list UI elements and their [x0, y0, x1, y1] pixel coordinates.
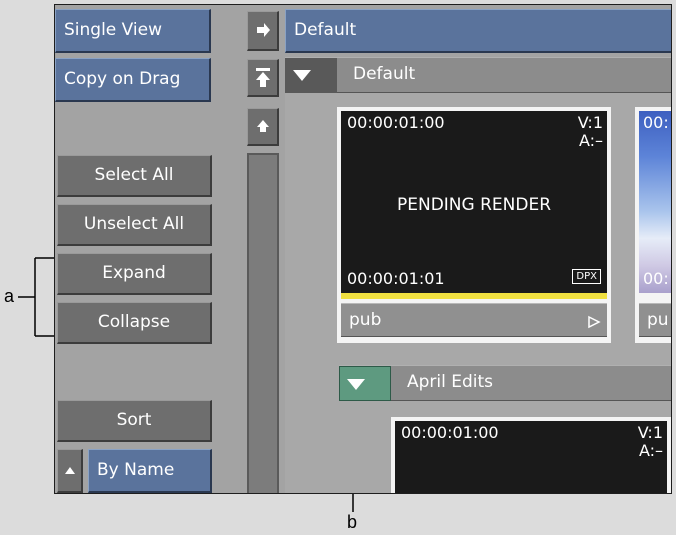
clip-status: PENDING RENDER: [396, 195, 552, 215]
clip-thumbnail: 00: 00:: [639, 111, 671, 293]
sort-by-name-button[interactable]: By Name: [88, 449, 212, 493]
clip-format-badge: DPX: [572, 269, 601, 284]
clip-timecode-in: 00:: [643, 113, 669, 132]
clip-card[interactable]: 00:00:01:00 V:1 A:– PENDING RENDER 00:00…: [337, 107, 611, 343]
arrow-up-icon: [64, 467, 75, 474]
arrow-up-icon: [256, 120, 269, 132]
scroll-to-top-icon: [255, 68, 270, 87]
sort-button[interactable]: Sort: [57, 400, 212, 442]
clip-audio-tracks: A:–: [578, 131, 603, 150]
folder-header: April Edits: [339, 365, 671, 401]
library-content-area: Default 00:00:01:00 V:1 A:– PENDING REND…: [285, 57, 671, 493]
library-name-header[interactable]: Default: [285, 9, 671, 53]
arrow-right-icon: [256, 23, 270, 37]
clip-timecode-out: 00:00:01:01: [347, 269, 445, 288]
expand-button[interactable]: Expand: [57, 253, 212, 295]
folder-title: April Edits: [407, 372, 494, 392]
select-all-button[interactable]: Select All: [57, 155, 212, 197]
clip-timecode-in: 00:00:01:00: [347, 113, 445, 132]
clip-name: pub: [349, 310, 382, 330]
scroll-up-button[interactable]: [247, 108, 279, 146]
clip-timecode-in: 00:00:01:00: [401, 423, 499, 442]
folder-collapse-button[interactable]: [339, 366, 391, 401]
clip-card[interactable]: 00: 00: pu: [635, 107, 671, 343]
clip-thumbnail: 00:00:01:00 V:1 A:– PENDING RENDER 00:00…: [341, 111, 607, 293]
library-collapse-button[interactable]: [285, 58, 337, 93]
clip-name-bar[interactable]: pu: [639, 303, 671, 337]
triangle-down-icon: [293, 70, 311, 81]
copy-on-drag-button[interactable]: Copy on Drag: [55, 58, 211, 102]
single-view-button[interactable]: Single View: [55, 9, 211, 53]
clip-audio-tracks: A:–: [638, 441, 663, 460]
clip-video-tracks: V:1: [637, 423, 663, 442]
vertical-scrollbar[interactable]: [247, 153, 279, 493]
sort-direction-button[interactable]: [57, 449, 83, 493]
library-header: Default: [285, 57, 671, 93]
annotation-b-label: b: [347, 512, 358, 532]
clip-name: pu: [647, 310, 669, 330]
collapse-button[interactable]: Collapse: [57, 302, 212, 344]
library-title: Default: [353, 64, 416, 84]
clip-video-tracks: V:1: [577, 113, 603, 132]
clip-name-bar[interactable]: pub: [341, 303, 607, 337]
play-arrow-icon[interactable]: [587, 315, 601, 329]
library-window: Single View Copy on Drag Select All Unse…: [54, 4, 672, 494]
triangle-down-icon: [347, 379, 365, 390]
clip-thumbnail: 00:00:01:00 V:1 A:–: [395, 421, 667, 493]
clip-timecode-out: 00:: [643, 269, 669, 288]
clip-card[interactable]: 00:00:01:00 V:1 A:–: [391, 417, 671, 493]
clip-selection-bar: [341, 293, 607, 299]
library-nav-arrow-button[interactable]: [247, 11, 279, 51]
scroll-top-button[interactable]: [247, 59, 279, 97]
unselect-all-button[interactable]: Unselect All: [57, 204, 212, 246]
